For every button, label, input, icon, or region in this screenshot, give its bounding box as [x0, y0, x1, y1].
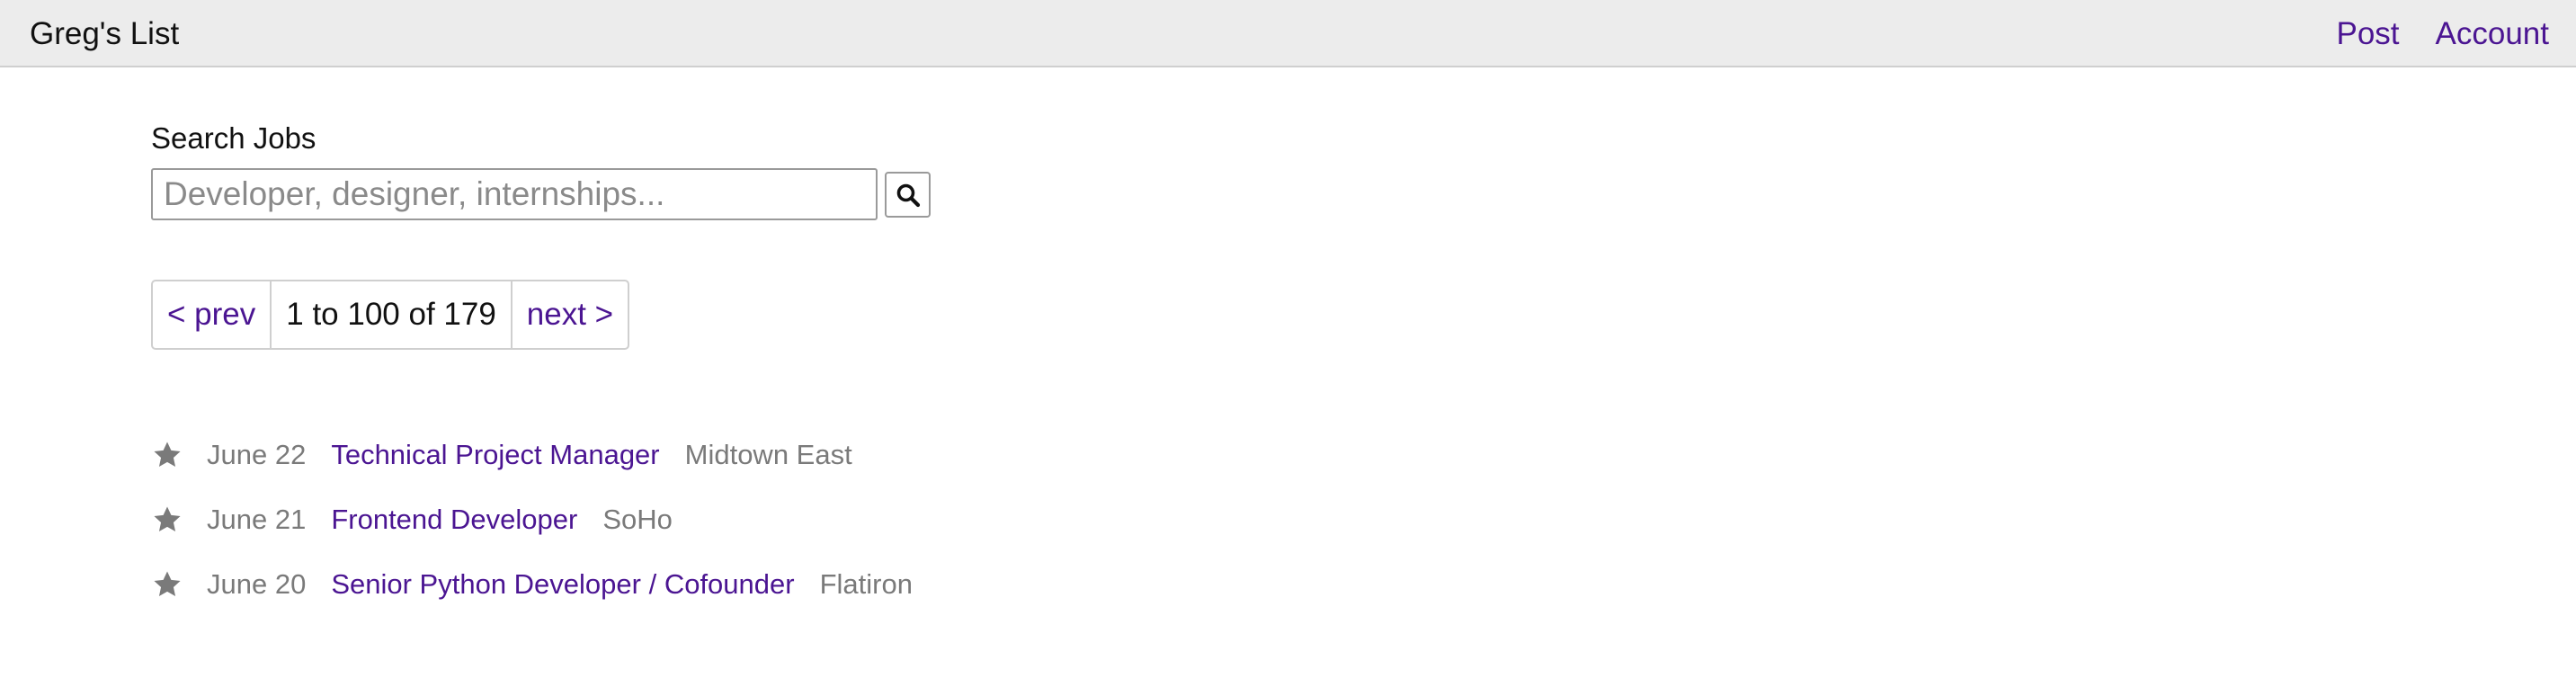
pagination: < prev 1 to 100 of 179 next >	[151, 280, 630, 350]
search-input[interactable]	[151, 168, 878, 220]
job-location: Midtown East	[684, 439, 852, 470]
job-title-link[interactable]: Technical Project Manager	[331, 439, 659, 471]
top-nav-links: Post Account	[2336, 16, 2549, 52]
job-title-link[interactable]: Frontend Developer	[331, 504, 577, 536]
job-location: Flatiron	[819, 568, 913, 600]
prev-page-link[interactable]: < prev	[153, 281, 270, 348]
post-link[interactable]: Post	[2336, 16, 2399, 52]
star-icon[interactable]	[151, 439, 183, 471]
top-navbar: Greg's List Post Account	[0, 0, 2576, 67]
account-link[interactable]: Account	[2436, 16, 2549, 52]
job-location: SoHo	[602, 504, 673, 535]
search-label: Search Jobs	[151, 121, 316, 155]
job-list-item: June 22 Technical Project Manager Midtow…	[151, 423, 913, 487]
page-range-label: 1 to 100 of 179	[270, 281, 513, 348]
job-list-item: June 20 Senior Python Developer / Cofoun…	[151, 552, 913, 617]
search-button[interactable]	[885, 172, 931, 218]
star-icon[interactable]	[151, 504, 183, 536]
job-title-link[interactable]: Senior Python Developer / Cofounder	[331, 568, 794, 601]
job-list-item: June 21 Frontend Developer SoHo	[151, 487, 913, 552]
site-brand-link[interactable]: Greg's List	[30, 16, 179, 52]
job-date: June 21	[207, 504, 307, 535]
star-icon[interactable]	[151, 568, 183, 601]
job-date: June 22	[207, 439, 307, 470]
search-icon	[896, 183, 921, 208]
next-page-link[interactable]: next >	[513, 281, 628, 348]
job-date: June 20	[207, 568, 307, 600]
job-list: June 22 Technical Project Manager Midtow…	[151, 423, 913, 617]
